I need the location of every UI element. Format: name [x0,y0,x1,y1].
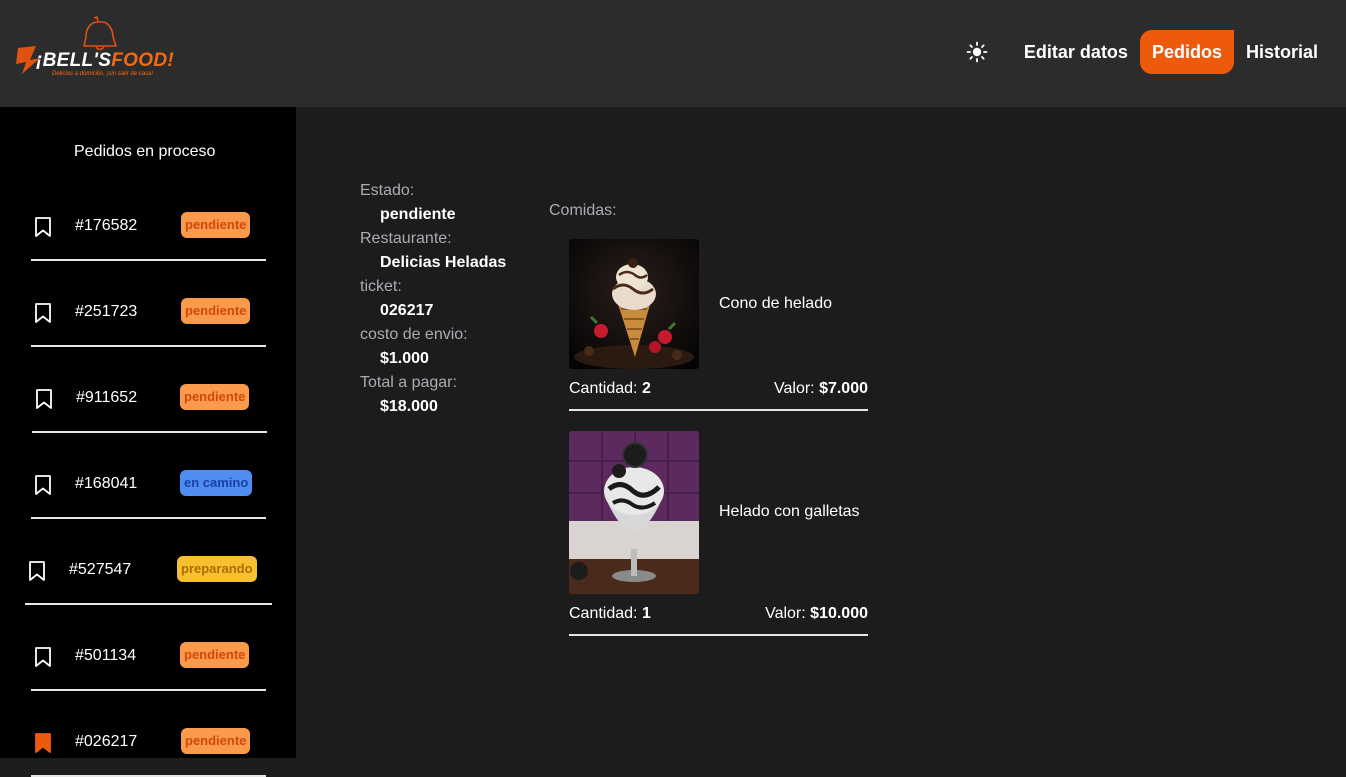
status-badge: pendiente [181,212,251,238]
status-badge: en camino [180,470,253,496]
ticket-label: ticket: [360,278,402,295]
estado-label: Estado: [360,182,415,199]
nav-historial[interactable]: Historial [1234,30,1330,74]
food-image [569,431,699,594]
order-number: #168041 [75,475,138,492]
status-badge: pendiente [180,384,250,410]
ticket-value: 026217 [380,302,434,319]
order-number: #501134 [75,647,137,664]
restaurante-value: Delicias Heladas [380,254,507,271]
total-value: $18.000 [380,398,438,415]
order-item[interactable]: #527547 preparando [25,550,272,605]
order-number: #026217 [75,733,138,750]
foods-label: Comidas: [549,202,617,219]
bookmark-filled-icon[interactable] [34,732,52,754]
food-price: Valor: $7.000 [774,380,868,397]
food-item: Cono de helado Cantidad: 2 Valor: $7.000 [569,239,868,411]
status-badge: preparando [177,556,257,582]
order-number: #176582 [75,217,138,234]
restaurante-label: Restaurante: [360,230,452,247]
order-item[interactable]: #501134 pendiente [31,636,266,691]
bookmark-icon[interactable] [28,560,46,582]
nav-editar-datos[interactable]: Editar datos [1012,30,1140,74]
food-name: Helado con galletas [719,503,860,520]
food-price: Valor: $10.000 [765,605,868,622]
food-item: Helado con galletas Cantidad: 1 Valor: $… [569,431,868,636]
bookmark-icon[interactable] [34,302,52,324]
brand-tagline: Delicias a domicilio, ¡sin salir de casa… [52,71,154,77]
order-details: Estado: pendiente Restaurante: Delicias … [360,181,540,421]
nav-pedidos[interactable]: Pedidos [1139,30,1234,74]
order-item[interactable]: #168041 en camino [31,464,266,519]
food-quantity: Cantidad: 2 [569,380,651,397]
sun-icon[interactable] [964,39,990,65]
status-badge: pendiente [181,298,251,324]
food-quantity: Cantidad: 1 [569,605,651,622]
order-item[interactable]: #911652 pendiente [32,378,267,433]
order-item[interactable]: #176582 pendiente [31,206,266,261]
food-name: Cono de helado [719,295,832,312]
sidebar-title: Pedidos en proceso [74,143,216,160]
order-item-selected[interactable]: #026217 pendiente [31,722,266,777]
bookmark-icon[interactable] [34,646,52,668]
header: ¡BELL'SFOOD! Delicias a domicilio, ¡sin … [0,0,1346,107]
total-label: Total a pagar: [360,374,457,391]
order-item[interactable]: #251723 pendiente [31,292,266,347]
status-badge: pendiente [180,642,250,668]
envio-label: costo de envio: [360,326,468,343]
envio-value: $1.000 [380,350,429,367]
status-badge: pendiente [181,728,251,754]
order-number: #527547 [69,561,132,578]
brand-name: ¡BELL'SFOOD! [36,50,174,71]
bookmark-icon[interactable] [34,474,52,496]
main-nav: Editar datos Pedidos Historial [964,30,1330,74]
orders-sidebar: Pedidos en proceso #176582 pendiente #25… [0,107,296,777]
order-number: #911652 [76,389,138,406]
bookmark-icon[interactable] [35,388,53,410]
bookmark-icon[interactable] [34,216,52,238]
order-number: #251723 [75,303,138,320]
brand-logo[interactable]: ¡BELL'SFOOD! Delicias a domicilio, ¡sin … [16,16,186,82]
food-image [569,239,699,369]
estado-value: pendiente [380,206,456,223]
